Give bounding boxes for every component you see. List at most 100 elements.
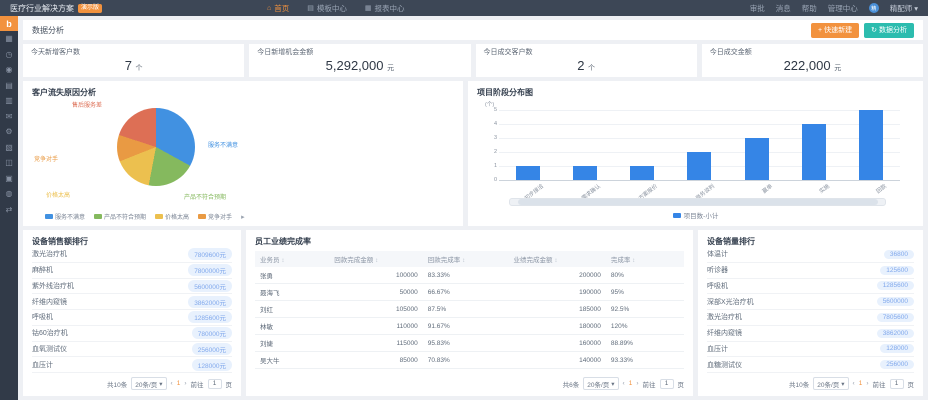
page-size-select[interactable]: 20条/页▾	[583, 377, 618, 390]
list-item[interactable]: 血糖测试仪256000	[707, 357, 914, 373]
user-menu[interactable]: 精配师 ▾	[890, 3, 918, 14]
sort-icon[interactable]: ↕	[375, 258, 378, 264]
quick-create-button[interactable]: + 快速新建	[811, 23, 859, 38]
sort-icon[interactable]: ↕	[632, 258, 635, 264]
data-zoom-handle[interactable]	[518, 199, 878, 205]
dashboard-icon[interactable]: ▦	[5, 31, 13, 47]
prev-page-button[interactable]: ‹	[623, 380, 625, 387]
nav-home[interactable]: ⌂ 首页	[267, 3, 289, 14]
churn-reason-panel: 客户流失原因分析 服务不满意 产品不符合预期 价格太高 竞争对手 售后服务差 服…	[23, 81, 463, 226]
pie-chart[interactable]	[117, 108, 195, 186]
page-number[interactable]: 1	[859, 380, 863, 387]
bar[interactable]	[745, 138, 769, 180]
page-size-select[interactable]: 20条/页▾	[131, 377, 166, 390]
mail-icon[interactable]: ✉	[6, 109, 13, 125]
list-item[interactable]: 呼吸机1285600	[707, 279, 914, 295]
table-row[interactable]: 吴大牛 85000 70.83% 140000 93.33%	[255, 352, 684, 369]
sidebar-logo[interactable]: b	[0, 16, 18, 31]
bar[interactable]	[802, 124, 826, 180]
table-row[interactable]: 张勇 100000 83.33% 200000 80%	[255, 267, 684, 284]
list-item[interactable]: 血压计128000元	[32, 357, 232, 373]
calendar-icon[interactable]: ▣	[5, 171, 13, 187]
sort-icon[interactable]: ↕	[281, 258, 284, 264]
bar[interactable]	[859, 110, 883, 180]
bar[interactable]	[630, 166, 654, 180]
list-item[interactable]: 听诊器125600	[707, 263, 914, 279]
contacts-icon[interactable]: ◉	[6, 62, 13, 78]
next-page-button[interactable]: ›	[636, 380, 638, 387]
panel-title: 员工业绩完成率	[255, 236, 684, 247]
list-item[interactable]: 呼吸机1285600元	[32, 310, 232, 326]
kpi-new-customers: 今天新增客户数 7 个	[23, 44, 244, 77]
list-item[interactable]: 深部X光治疗机5600000	[707, 294, 914, 310]
table-row[interactable]: 刘红 105000 87.5% 185000 92.5%	[255, 301, 684, 318]
cell-payment-amount: 105000	[329, 301, 422, 318]
cell-performance-amount: 180000	[509, 318, 606, 335]
bar[interactable]	[687, 152, 711, 180]
list-item[interactable]: 钴60治疗机780000元	[32, 326, 232, 342]
list-item[interactable]: 纤维内窥镜3862000	[707, 326, 914, 342]
legend-next-icon[interactable]: ▸	[241, 213, 245, 221]
team-icon[interactable]: ◍	[6, 186, 13, 202]
table-row[interactable]: 聂海飞 50000 66.67% 190000 95%	[255, 284, 684, 301]
pagination: 共10条 20条/页▾ ‹ 1 › 前往 页	[32, 373, 232, 390]
goto-page-input[interactable]	[208, 379, 222, 389]
column-header[interactable]: 回款完成率 ↕	[423, 251, 509, 267]
list-item[interactable]: 麻醉机7800000元	[32, 263, 232, 279]
column-header[interactable]: 回款完成金额 ↕	[329, 251, 422, 267]
sort-icon[interactable]: ↕	[462, 258, 465, 264]
kpi-label: 今天新增客户数	[31, 47, 236, 57]
messages-link[interactable]: 消息	[776, 3, 791, 14]
clock-icon[interactable]: ◷	[6, 47, 13, 63]
table-row[interactable]: 林敏 110000 91.67% 180000 120%	[255, 318, 684, 335]
legend-item[interactable]: 产品不符合预期	[94, 212, 146, 221]
plus-icon: +	[818, 27, 822, 34]
next-page-button[interactable]: ›	[866, 380, 868, 387]
list-item[interactable]: 血压计128000	[707, 342, 914, 358]
prev-page-button[interactable]: ‹	[171, 380, 173, 387]
goto-page-input[interactable]	[890, 379, 904, 389]
settings-icon[interactable]: ⚙	[5, 124, 12, 140]
item-value: 7805600	[877, 313, 914, 322]
list-item[interactable]: 激光治疗机7805600	[707, 310, 914, 326]
cell-name: 林敏	[255, 318, 329, 335]
page-number[interactable]: 1	[177, 380, 181, 387]
list-item[interactable]: 血氧测试仪256000元	[32, 342, 232, 358]
nav-report-center[interactable]: ▦ 报表中心	[365, 3, 405, 14]
data-zoom-slider[interactable]	[509, 198, 886, 206]
nav-template-center[interactable]: ▤ 模板中心	[307, 3, 347, 14]
list-item[interactable]: 体温计36800	[707, 247, 914, 263]
folder-icon[interactable]: ▧	[5, 140, 13, 156]
list-item[interactable]: 紫外线治疗机5600000元	[32, 279, 232, 295]
goto-page-input[interactable]	[660, 379, 674, 389]
legend-label: 产品不符合预期	[104, 212, 146, 221]
column-header[interactable]: 业务员 ↕	[255, 251, 329, 267]
avatar[interactable]: 精	[869, 3, 879, 13]
table-row[interactable]: 刘婕 115000 95.83% 160000 88.89%	[255, 335, 684, 352]
prev-page-button[interactable]: ‹	[853, 380, 855, 387]
admin-center-link[interactable]: 管理中心	[828, 3, 858, 14]
chart-icon[interactable]: ▥	[5, 93, 13, 109]
page-size-select[interactable]: 20条/页▾	[813, 377, 848, 390]
next-page-button[interactable]: ›	[184, 380, 186, 387]
sort-icon[interactable]: ↕	[554, 258, 557, 264]
bar[interactable]	[516, 166, 540, 180]
comment-icon[interactable]: ◫	[5, 155, 13, 171]
data-analysis-button[interactable]: ↻ 数据分析	[864, 23, 914, 38]
approval-link[interactable]: 审批	[750, 3, 765, 14]
pagination: 共6条 20条/页▾ ‹ 1 › 前往 页	[255, 373, 684, 390]
legend-item[interactable]: 竞争对手	[198, 212, 232, 221]
switch-icon[interactable]: ⇄	[6, 202, 13, 218]
bar-legend[interactable]: 项目数-小计	[477, 210, 914, 220]
help-link[interactable]: 帮助	[802, 3, 817, 14]
form-icon[interactable]: ▤	[5, 78, 13, 94]
bar[interactable]	[573, 166, 597, 180]
list-item[interactable]: 激光治疗机7809600元	[32, 247, 232, 263]
page-number[interactable]: 1	[629, 380, 633, 387]
column-header[interactable]: 完成率 ↕	[606, 251, 684, 267]
list-item[interactable]: 纤维内窥镜3862000元	[32, 294, 232, 310]
legend-item[interactable]: 服务不满意	[45, 212, 85, 221]
legend-item[interactable]: 价格太高	[155, 212, 189, 221]
page-unit: 页	[908, 379, 915, 389]
column-header[interactable]: 业绩完成金额 ↕	[509, 251, 606, 267]
